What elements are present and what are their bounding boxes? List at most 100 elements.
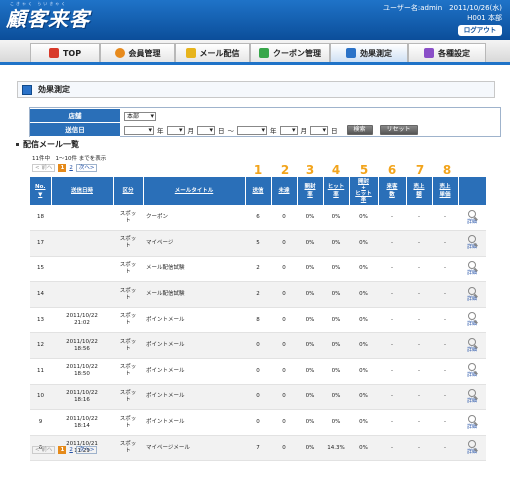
chart-icon [346, 48, 356, 58]
cell-detail[interactable]: 詳細 [458, 358, 486, 385]
cell-no: 18 [30, 205, 51, 232]
cell-unit-price: - [432, 384, 458, 411]
detail-link[interactable]: 詳細 [458, 363, 486, 379]
cell-no: 11 [30, 358, 51, 385]
from-day-select[interactable] [197, 125, 215, 135]
header-unread[interactable]: 未達 [271, 177, 298, 205]
cell-hit-rate: 0% [323, 205, 349, 232]
detail-link[interactable]: 詳細 [458, 388, 486, 405]
pager-next[interactable]: 次へ> [75, 446, 98, 454]
cell-visitors: - [378, 307, 406, 334]
detail-link[interactable]: 詳細 [458, 312, 486, 328]
list-heading-text: 配信メール一覧 [23, 140, 79, 149]
cell-detail[interactable]: 詳細 [458, 281, 486, 308]
tab-top[interactable]: TOP [30, 43, 100, 62]
cell-sales: - [406, 409, 432, 436]
detail-link[interactable]: 詳細 [458, 235, 486, 251]
cell-title: メール配信試験 [143, 256, 245, 283]
header-no[interactable]: No. ▼ [30, 177, 52, 205]
result-count: 11件中 1〜10件 までを表示 [32, 156, 107, 162]
tab-settings[interactable]: 各種設定 [408, 43, 486, 62]
detail-link[interactable]: 詳細 [458, 337, 486, 354]
main-nav: TOP 会員管理 メール配信 クーポン管理 効果測定 各種設定 [0, 40, 510, 65]
tab-coupon[interactable]: クーポン管理 [250, 43, 330, 62]
shop-label: 店舗 [30, 109, 120, 123]
header-sent[interactable]: 送信 [245, 177, 272, 205]
cell-title: ポイントメール [143, 307, 245, 334]
cell-kubun: スポッ ト [113, 281, 143, 308]
cell-open-hit-rate: 0% [349, 358, 378, 385]
detail-link[interactable]: 詳細 [458, 286, 486, 303]
cell-hit-rate: 0% [323, 358, 349, 385]
user-name-date: ユーザー名:admin 2011/10/26(水) [383, 4, 502, 12]
pager-next[interactable]: 次へ> [75, 164, 98, 172]
to-year-select[interactable] [237, 125, 267, 135]
cell-sent: 0 [245, 358, 271, 385]
tab-effect[interactable]: 効果測定 [330, 43, 408, 62]
pager-prev[interactable]: < 前へ [32, 164, 56, 172]
cell-open-rate: 0% [297, 281, 323, 308]
from-year-select[interactable] [124, 125, 154, 135]
app-header: こきゃく らいきゃく 顧客来客 ユーザー名:admin 2011/10/26(水… [0, 0, 510, 40]
cell-open-rate: 0% [297, 205, 323, 232]
detail-link[interactable]: 詳細 [458, 414, 486, 431]
cell-sales: - [406, 205, 432, 232]
tab-coupon-label: クーポン管理 [273, 48, 321, 58]
header-open-rate[interactable]: 開封 率 [297, 177, 324, 205]
tab-mail[interactable]: メール配信 [175, 43, 250, 62]
header-date[interactable]: 送信日時 [51, 177, 114, 205]
cell-open-hit-rate: 0% [349, 307, 378, 334]
to-day-select[interactable] [310, 125, 328, 135]
header-visitors[interactable]: 来客 数 [378, 177, 407, 205]
cell-sent: 2 [245, 256, 271, 283]
cell-sent: 6 [245, 205, 271, 232]
shop-select[interactable]: 本部 [124, 111, 156, 121]
reset-button[interactable]: リセット [379, 125, 418, 135]
detail-link[interactable]: 詳細 [458, 209, 486, 226]
pager-page-2[interactable]: 2 [69, 165, 73, 171]
coupon-icon [259, 48, 269, 58]
tab-settings-label: 各種設定 [438, 48, 470, 58]
cell-open-rate: 0% [297, 230, 323, 257]
shop-row: 店舗 本部 [30, 109, 500, 123]
cell-detail[interactable]: 詳細 [458, 256, 486, 283]
cell-hit-rate: 0% [323, 256, 349, 283]
to-month-select[interactable] [279, 125, 298, 135]
cell-unread: 0 [271, 332, 297, 360]
cell-detail[interactable]: 詳細 [458, 307, 486, 334]
cell-detail[interactable]: 詳細 [458, 384, 486, 411]
cell-title: マイページメール [143, 435, 245, 462]
cell-detail[interactable]: 詳細 [458, 230, 486, 257]
pager-page-2[interactable]: 2 [69, 447, 73, 453]
logout-button[interactable]: ログアウト [458, 25, 502, 36]
list-heading: 配信メール一覧 [16, 139, 79, 150]
header-open-hit-rate[interactable]: 開封 + ヒット 率 [349, 177, 379, 205]
cell-detail[interactable]: 詳細 [458, 435, 486, 462]
header-hit-rate[interactable]: ヒット 率 [323, 177, 350, 205]
search-button[interactable]: 検索 [346, 125, 373, 135]
cell-kubun: スポッ ト [113, 230, 143, 257]
pager-prev[interactable]: < 前へ [32, 446, 56, 454]
cell-unread: 0 [271, 230, 297, 257]
app-logo[interactable]: 顧客来客 [6, 3, 90, 32]
cell-visitors: - [378, 332, 406, 360]
header-kubun[interactable]: 区分 [113, 177, 144, 205]
header-unit-price[interactable]: 売上 単価 [432, 177, 459, 205]
cell-detail[interactable]: 詳細 [458, 332, 486, 360]
cell-detail[interactable]: 詳細 [458, 205, 486, 232]
cell-detail[interactable]: 詳細 [458, 409, 486, 436]
cell-sent: 8 [245, 307, 271, 334]
tab-effect-label: 効果測定 [360, 48, 392, 58]
header-sales[interactable]: 売上 額 [406, 177, 433, 205]
header-title[interactable]: メールタイトル [143, 177, 246, 205]
cell-no: 14 [30, 281, 51, 308]
detail-link[interactable]: 詳細 [458, 260, 486, 277]
column-number: 7 [415, 163, 425, 177]
cell-sent: 0 [245, 384, 271, 411]
cell-date [51, 205, 113, 232]
tab-member[interactable]: 会員管理 [100, 43, 175, 62]
table-row: 12 2011/10/22 18:56 スポッ トポイントメール 0 0 0% 0% 0% - -… [30, 332, 486, 360]
from-month-select[interactable] [166, 125, 185, 135]
cell-date [51, 256, 113, 283]
detail-link[interactable]: 詳細 [458, 440, 486, 456]
